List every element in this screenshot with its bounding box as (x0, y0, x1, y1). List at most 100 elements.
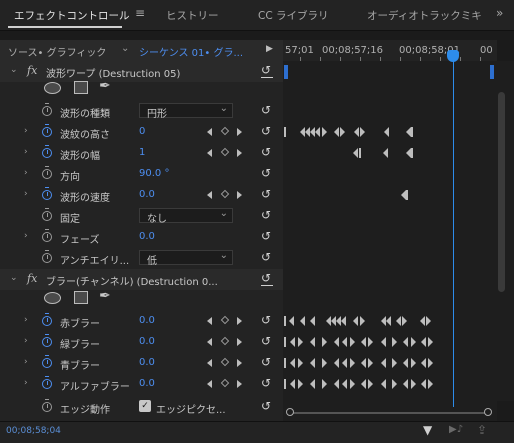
keyframe-marker[interactable] (411, 358, 416, 368)
expand-chevron-icon[interactable]: › (24, 336, 28, 346)
tab-overflow-icon[interactable]: » (496, 6, 503, 20)
keyframe-marker[interactable] (421, 337, 426, 347)
keyframe-marker[interactable] (290, 358, 295, 368)
keyframe-marker[interactable] (421, 358, 426, 368)
keyframe-marker[interactable] (350, 379, 355, 389)
keyframe-marker[interactable] (381, 379, 386, 389)
stopwatch-icon[interactable] (42, 250, 52, 263)
expand-chevron-icon[interactable]: › (24, 189, 28, 199)
keyframe-marker[interactable] (428, 358, 433, 368)
keyframe-marker[interactable] (392, 379, 397, 389)
prev-keyframe-icon[interactable] (207, 191, 212, 199)
keyframe-marker[interactable] (368, 358, 373, 368)
keyframe-marker[interactable] (342, 379, 347, 389)
keyframe-marker[interactable] (334, 127, 339, 137)
reset-icon[interactable]: ↺ (261, 313, 271, 327)
fx-icon[interactable]: fx (27, 272, 37, 285)
reset-icon[interactable]: ↺ (261, 208, 271, 222)
keyframe-marker[interactable] (298, 379, 303, 389)
param-value[interactable]: 1 (139, 147, 145, 158)
stopwatch-icon[interactable] (42, 229, 52, 242)
keyframe-marker[interactable] (384, 127, 389, 137)
expand-chevron-icon[interactable]: › (24, 168, 28, 178)
param-value[interactable]: 0.0 (139, 189, 155, 200)
keyframe-marker[interactable] (392, 337, 397, 347)
keyframe-marker[interactable] (392, 358, 397, 368)
reset-icon[interactable]: ↺ (261, 166, 271, 180)
reset-icon[interactable]: ↺ (261, 229, 271, 243)
reset-icon[interactable]: ↺ (261, 63, 271, 77)
timeline-zoom-bar[interactable] (290, 412, 488, 414)
keyframe-marker[interactable] (340, 127, 345, 137)
next-keyframe-icon[interactable] (237, 317, 242, 325)
keyframe-marker[interactable] (342, 358, 347, 368)
ellipse-mask-icon[interactable] (44, 82, 61, 94)
panel-menu-icon[interactable]: ≡ (135, 6, 145, 20)
keyframe-marker[interactable] (322, 379, 327, 389)
keyframe-marker[interactable] (284, 127, 286, 137)
keyframe-marker[interactable] (406, 190, 408, 200)
stopwatch-icon[interactable] (42, 208, 52, 221)
pen-mask-icon[interactable]: ✒ (99, 78, 111, 94)
reset-icon[interactable]: ↺ (261, 334, 271, 348)
keyframe-marker[interactable] (334, 358, 339, 368)
keyframe-marker[interactable] (403, 358, 408, 368)
param-value[interactable]: 90.0 ° (139, 168, 169, 179)
keyframe-marker[interactable] (421, 379, 426, 389)
add-keyframe-icon[interactable] (220, 378, 230, 388)
edge-pixels-checkbox[interactable]: ✓ (139, 400, 151, 412)
keyframe-marker[interactable] (359, 148, 361, 158)
keyframe-marker[interactable] (298, 337, 303, 347)
keyframe-marker[interactable] (350, 358, 355, 368)
add-keyframe-icon[interactable] (220, 336, 230, 346)
keyframe-marker[interactable] (360, 316, 365, 326)
keyframe-marker[interactable] (354, 127, 359, 137)
keyframe-marker[interactable] (310, 316, 315, 326)
keyframe-marker[interactable] (289, 316, 294, 326)
keyframe-marker[interactable] (322, 358, 327, 368)
keyframe-marker[interactable] (315, 127, 320, 137)
keyframe-marker[interactable] (300, 316, 305, 326)
keyframe-marker[interactable] (411, 148, 413, 158)
prev-keyframe-icon[interactable] (207, 359, 212, 367)
reset-icon[interactable]: ↺ (261, 399, 271, 413)
stopwatch-icon[interactable] (42, 145, 52, 158)
next-keyframe-icon[interactable] (237, 128, 242, 136)
reset-icon[interactable]: ↺ (261, 355, 271, 369)
keyframe-marker[interactable] (284, 337, 286, 347)
next-keyframe-icon[interactable] (237, 149, 242, 157)
reset-icon[interactable]: ↺ (261, 145, 271, 159)
reset-icon[interactable]: ↺ (261, 187, 271, 201)
add-keyframe-icon[interactable] (220, 147, 230, 157)
keyframe-marker[interactable] (341, 316, 346, 326)
add-keyframe-icon[interactable] (220, 357, 230, 367)
prev-keyframe-icon[interactable] (207, 317, 212, 325)
keyframe-marker[interactable] (368, 379, 373, 389)
keyframe-marker[interactable] (361, 358, 366, 368)
playhead-handle[interactable] (447, 50, 459, 62)
param-value[interactable]: 0.0 (139, 231, 155, 242)
pen-mask-icon[interactable]: ✒ (99, 288, 111, 304)
prev-keyframe-icon[interactable] (207, 149, 212, 157)
keyframe-marker[interactable] (322, 337, 327, 347)
keyframe-marker[interactable] (310, 379, 315, 389)
keyframe-marker[interactable] (350, 337, 355, 347)
keyframe-marker[interactable] (334, 337, 339, 347)
stopwatch-icon[interactable] (42, 166, 52, 179)
keyframe-marker[interactable] (290, 337, 295, 347)
keyframe-marker[interactable] (396, 316, 401, 326)
keyframe-marker[interactable] (411, 379, 416, 389)
expand-chevron-icon[interactable]: › (24, 126, 28, 136)
tab-history[interactable]: ヒストリー (166, 8, 219, 23)
expand-chevron-icon[interactable]: › (24, 147, 28, 157)
filter-icon[interactable]: ▼ (423, 423, 432, 437)
next-keyframe-icon[interactable] (237, 191, 242, 199)
stopwatch-icon[interactable] (42, 334, 52, 347)
keyframe-marker[interactable] (360, 127, 365, 137)
keyframe-marker[interactable] (298, 358, 303, 368)
stopwatch-icon[interactable] (42, 313, 52, 326)
expand-chevron-icon[interactable]: › (24, 357, 28, 367)
pinning-dropdown[interactable]: なし ⌄ (139, 208, 233, 225)
keyframe-marker[interactable] (386, 316, 391, 326)
param-value[interactable]: 0.0 (139, 336, 155, 347)
